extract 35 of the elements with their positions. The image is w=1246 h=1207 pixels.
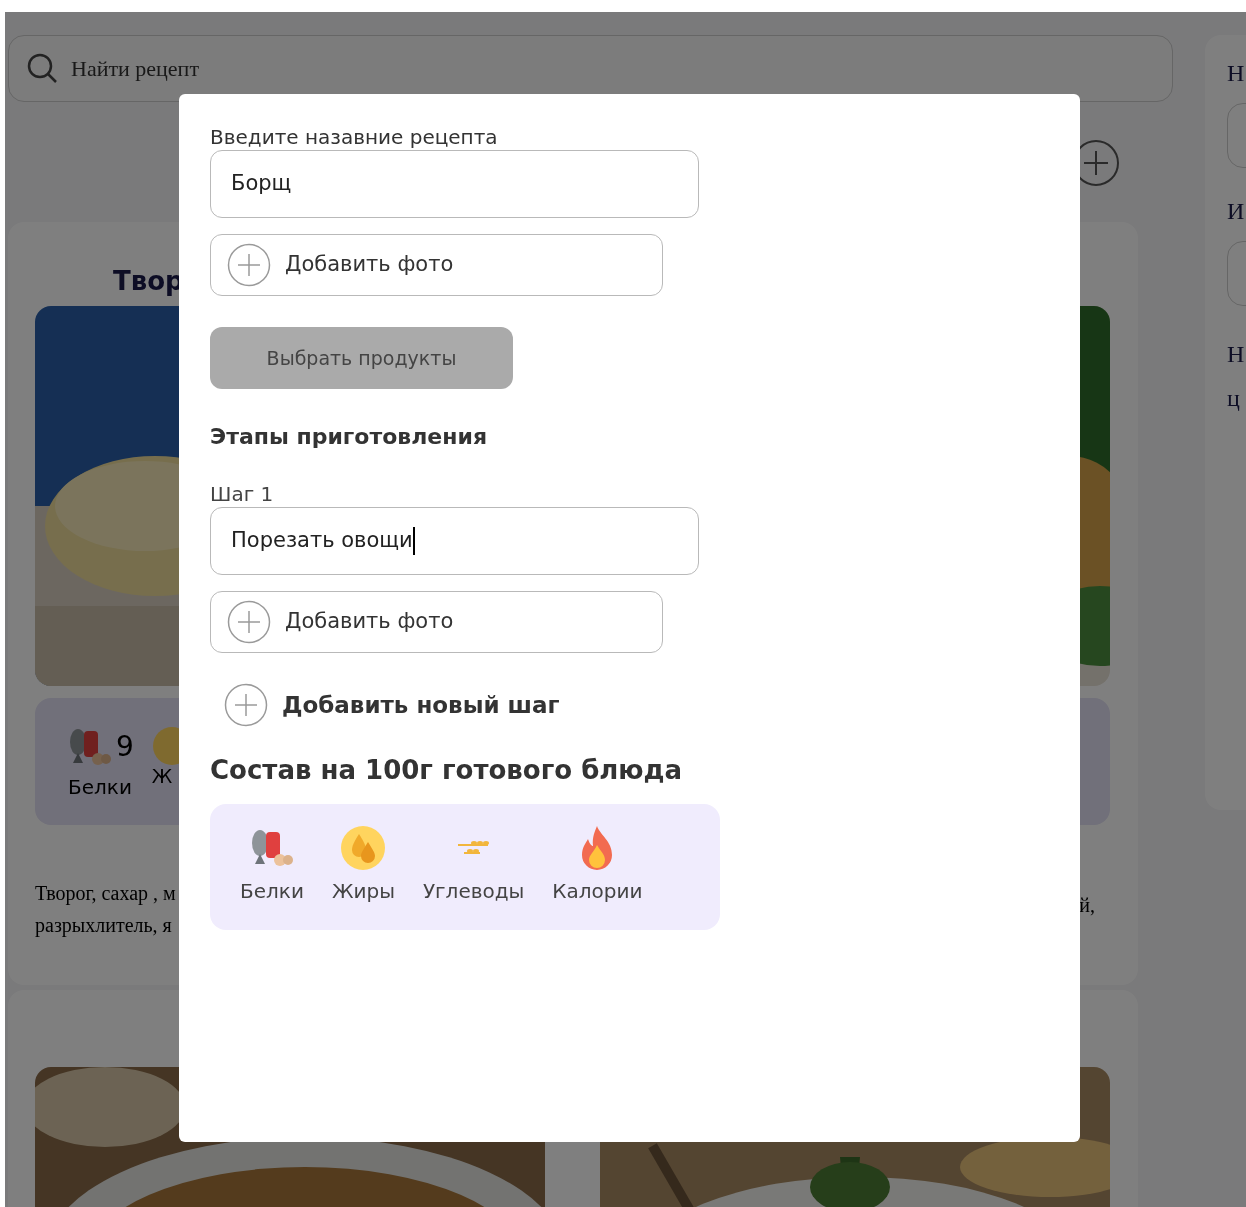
plus-icon [227, 600, 271, 644]
add-photo-button[interactable]: Добавить фото [210, 591, 663, 653]
nutrient-label: Калории [552, 878, 643, 905]
search-field[interactable]: Найти рецепт [8, 35, 1173, 102]
nutrient-value: 9 [116, 729, 134, 765]
fish-and-meat-icon [249, 828, 294, 868]
input-field[interactable]: Порезать овощи [210, 507, 699, 575]
add-step-button[interactable]: Добавить новый шаг [224, 683, 560, 727]
search-icon [27, 52, 59, 85]
filter-label: И [1227, 197, 1245, 226]
plus-icon [227, 243, 271, 287]
nutrient-label: Жиры [331, 878, 395, 905]
field-value: Порезать овощи [231, 527, 413, 555]
recipe-description: Творог, сахар , м [35, 881, 176, 906]
field-label: Введите назавние рецепта [210, 126, 498, 148]
recipe-description: разрыхлитель, я [35, 913, 172, 938]
filter-label: Н [1227, 59, 1245, 88]
add-photo-button[interactable]: Добавить фото [210, 234, 663, 296]
section-heading: Состав на 100г готового блюда [210, 754, 683, 787]
text-cursor [412, 527, 415, 555]
field-value: Борщ [231, 170, 292, 198]
section-heading: Этапы приготовления [210, 423, 488, 451]
filter-label: ц [1227, 384, 1240, 413]
search-placeholder: Найти рецепт [71, 55, 199, 83]
fish-and-meat-icon [68, 727, 112, 767]
plus-icon [224, 683, 268, 727]
step-label: Шаг 1 [210, 483, 274, 505]
nutrient-label: Ж [151, 764, 173, 789]
recipe-description: й, [1079, 893, 1095, 918]
select-products-button[interactable]: Выбрать продукты [210, 327, 513, 389]
filter-label: Н [1227, 340, 1245, 369]
nutrient-label: Белки [68, 774, 132, 801]
nutrient-label: Белки [240, 878, 304, 905]
input-field[interactable]: Борщ [210, 150, 699, 218]
nutrient-label: Углеводы [422, 878, 525, 905]
